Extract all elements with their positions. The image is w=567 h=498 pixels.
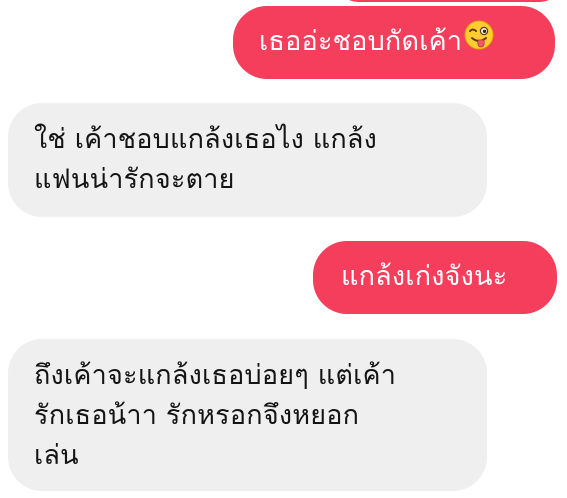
message-text: เธออ่ะชอบกัดเค้า [259,26,463,57]
message-text-line: ถึงเค้าจะแกล้งเธอบ่อยๆ แต่เค้า [34,360,397,391]
message-text-line: รักเธอน้าา รักหรอกจึงหยอก [34,400,360,431]
message-bubble-received[interactable]: ใช่ เค้าชอบแกล้งเธอไง แกล้ง แฟนน่ารักจะต… [8,103,487,217]
message-bubble-sent[interactable]: เธออ่ะชอบกัดเค้า [233,6,555,79]
message-bubble-received[interactable]: ถึงเค้าจะแกล้งเธอบ่อยๆ แต่เค้า รักเธอน้า… [8,339,487,491]
message-text: แกล้งเก่งจังนะ [341,261,508,292]
message-text-line: เล่น [34,440,79,471]
previous-message-bubble[interactable] [338,0,560,2]
winking-face-with-tongue-icon [464,20,494,62]
message-text-line: แฟนน่ารักจะตาย [34,164,235,195]
message-text-line: ใช่ เค้าชอบแกล้งเธอไง แกล้ง [34,124,378,155]
message-bubble-sent[interactable]: แกล้งเก่งจังนะ [313,241,557,314]
